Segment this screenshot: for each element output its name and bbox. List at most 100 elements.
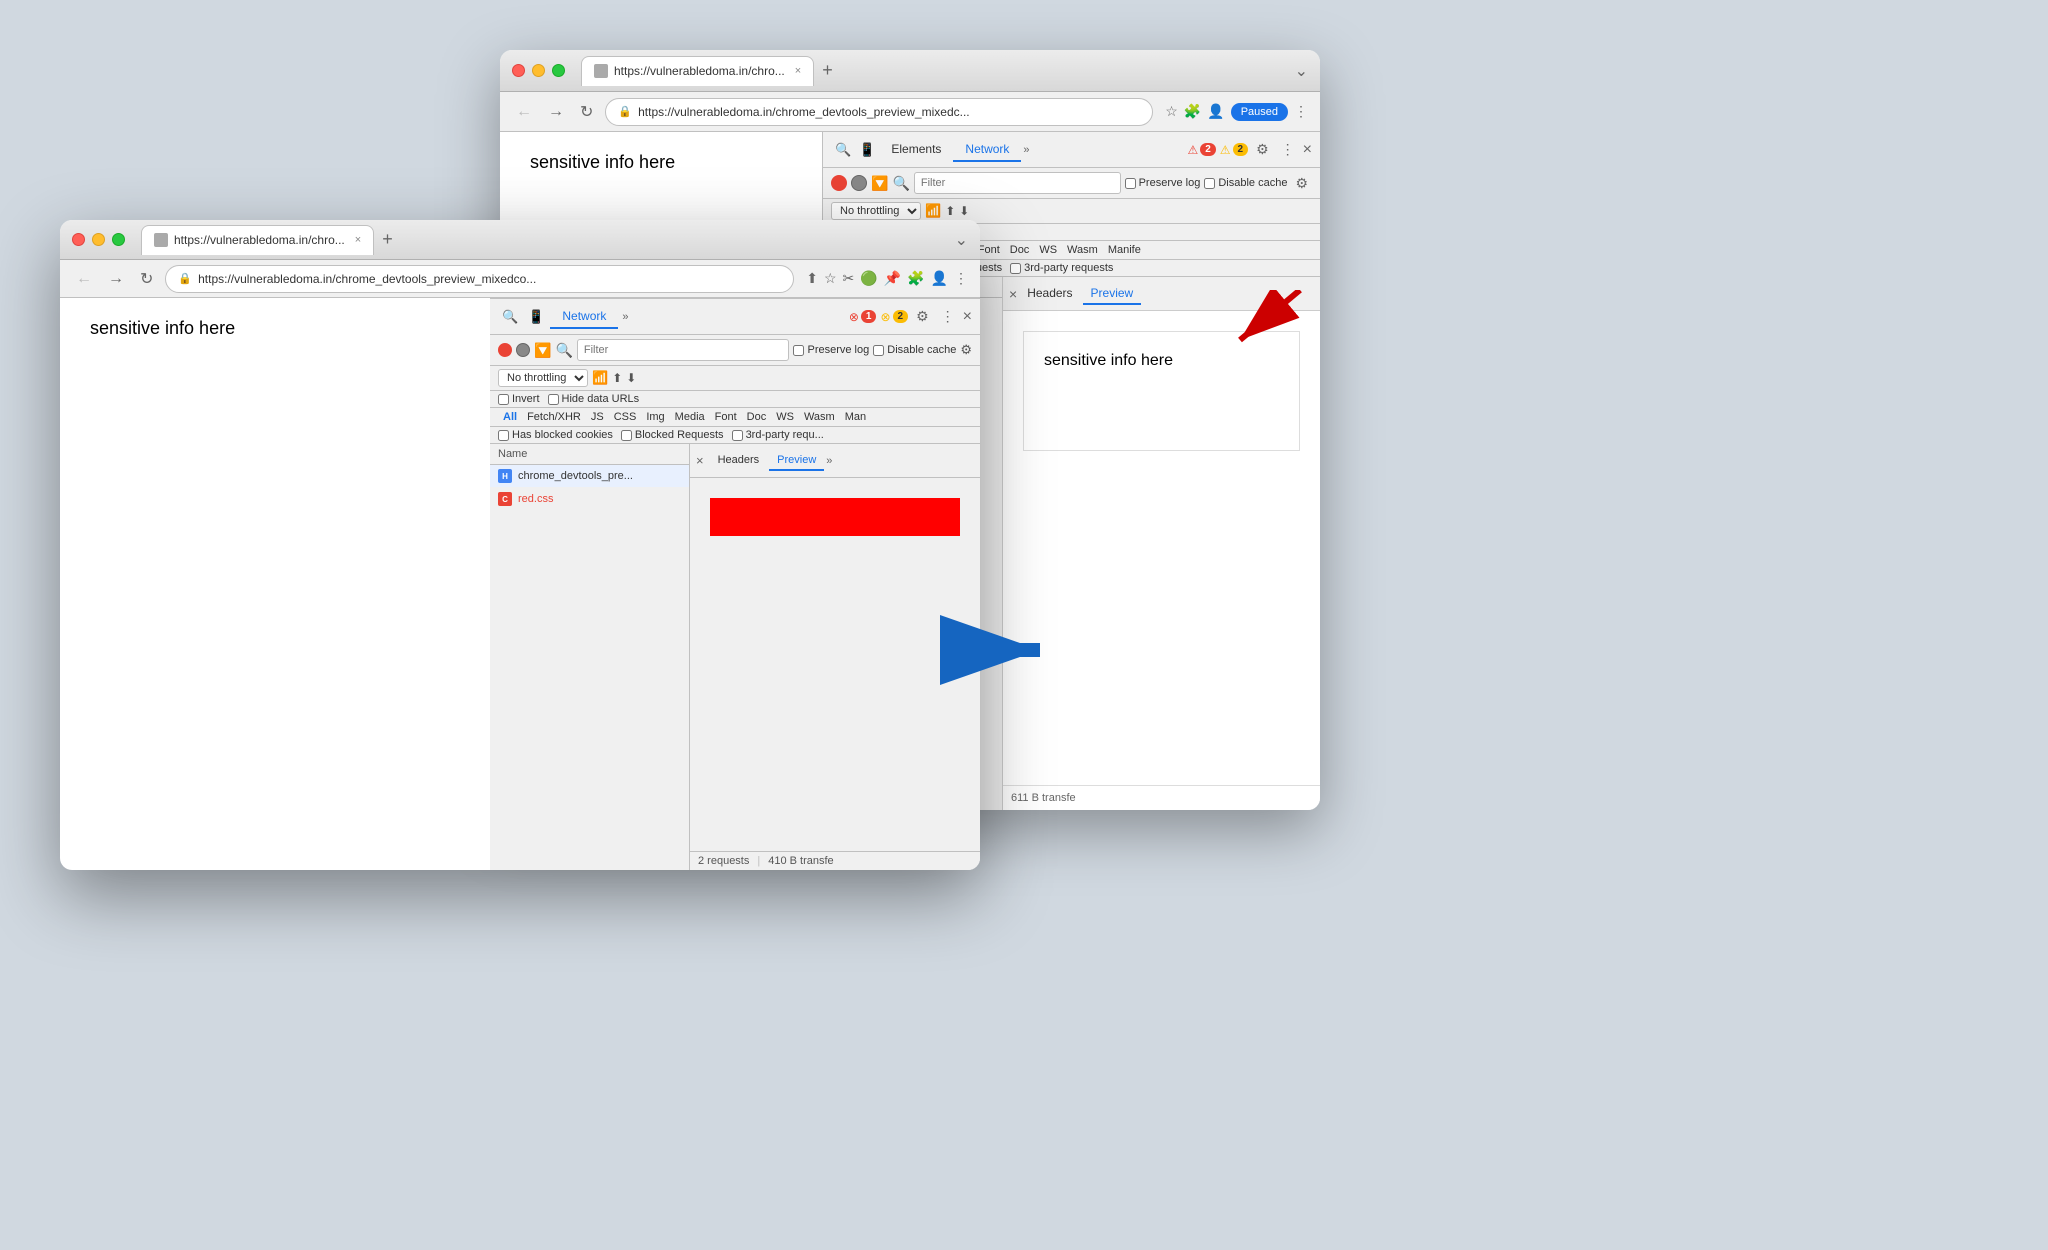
minimize-button-front[interactable] — [92, 233, 105, 246]
rp-headers-tab-back[interactable]: Headers — [1019, 283, 1080, 305]
rp-close-back[interactable]: × — [1009, 286, 1017, 302]
menu-icon-front[interactable]: ⋮ — [954, 270, 968, 287]
device-icon-front[interactable]: 📱 — [524, 307, 548, 327]
share-icon-front[interactable]: ⬆ — [806, 270, 818, 287]
filter-Manife-back[interactable]: Manife — [1103, 243, 1146, 257]
extensions-icon-back[interactable]: 🧩 — [1184, 103, 1201, 120]
stop-button-front[interactable] — [516, 343, 530, 357]
inspect-icon-front[interactable]: 🔍 — [498, 307, 522, 327]
filter-icon-front[interactable]: 🔽 — [534, 342, 551, 359]
third-party-label-front[interactable]: 3rd-party requ... — [732, 429, 824, 441]
puzzle-icon-front[interactable]: 🟢 — [860, 270, 877, 287]
device-icon-back[interactable]: 📱 — [855, 140, 879, 160]
preview-close-front[interactable]: × — [696, 453, 704, 468]
search-icon-back[interactable]: 🔍 — [892, 175, 909, 192]
forward-nav-back[interactable]: → — [544, 101, 568, 123]
search-icon-front[interactable]: 🔍 — [555, 342, 572, 359]
filter-Doc-back[interactable]: Doc — [1005, 243, 1035, 257]
filter-FetchXHR-front[interactable]: Fetch/XHR — [522, 410, 586, 424]
filter-Img-front[interactable]: Img — [641, 410, 669, 424]
invert-label-front[interactable]: Invert — [498, 393, 540, 405]
bookmark-icon-front[interactable]: ☆ — [824, 270, 837, 287]
tab-network-front[interactable]: Network — [550, 305, 618, 329]
disable-cache-check-back[interactable] — [1204, 178, 1215, 189]
tab-elements-back[interactable]: Elements — [879, 138, 953, 162]
filter-Media-front[interactable]: Media — [670, 410, 710, 424]
headers-tab-front[interactable]: Headers — [710, 451, 768, 471]
inspect-icon-back[interactable]: 🔍 — [831, 140, 855, 160]
devtools-close-front[interactable]: × — [963, 308, 972, 326]
download-icon-back[interactable]: ⬇ — [959, 204, 969, 218]
filter-WS-front[interactable]: WS — [771, 410, 799, 424]
network-item-css-front[interactable]: C red.css — [490, 488, 689, 511]
settings-icon-front[interactable]: ⚙ — [912, 306, 933, 327]
filter-All-front[interactable]: All — [498, 410, 522, 424]
back-nav-back[interactable]: ← — [512, 101, 536, 123]
hide-data-urls-check-front[interactable] — [548, 394, 559, 405]
preserve-log-check-front[interactable] — [793, 345, 804, 356]
ext-icon-front[interactable]: 📌 — [884, 270, 901, 287]
settings-icon-back[interactable]: ⚙ — [1252, 139, 1273, 160]
profile-icon-front[interactable]: 👤 — [931, 270, 948, 287]
throttle-select-front[interactable]: No throttling — [498, 369, 588, 387]
settings2-icon-front[interactable]: ⚙ — [960, 342, 972, 358]
new-tab-button-back[interactable]: + — [822, 60, 833, 81]
tab-network-back[interactable]: Network — [953, 138, 1021, 162]
filter-Doc-front[interactable]: Doc — [742, 410, 772, 424]
download-icon-front[interactable]: ⬇ — [626, 371, 636, 385]
filter-icon-back[interactable]: 🔽 — [871, 175, 888, 192]
upload-icon-front[interactable]: ⬆ — [612, 371, 622, 385]
more-icon-front[interactable]: ⋮ — [937, 306, 959, 327]
new-tab-button-front[interactable]: + — [382, 229, 393, 250]
filter-JS-front[interactable]: JS — [586, 410, 609, 424]
filter-input-back[interactable] — [914, 172, 1121, 194]
settings2-icon-back[interactable]: ⚙ — [1291, 173, 1312, 194]
devtools-close-back[interactable]: × — [1303, 141, 1312, 159]
preserve-log-label-front[interactable]: Preserve log — [793, 344, 869, 356]
forward-nav-front[interactable]: → — [104, 268, 128, 290]
third-party-check-front[interactable] — [732, 430, 743, 441]
extensions-icon-front[interactable]: 🧩 — [907, 270, 924, 287]
tab-close-back[interactable]: × — [795, 65, 801, 77]
filter-Font-front[interactable]: Font — [710, 410, 742, 424]
back-nav-front[interactable]: ← — [72, 268, 96, 290]
invert-check-front[interactable] — [498, 394, 509, 405]
minimize-button-back[interactable] — [532, 64, 545, 77]
filter-Man-front[interactable]: Man — [840, 410, 871, 424]
throttle-select-back[interactable]: No throttling — [831, 202, 921, 220]
close-button-back[interactable] — [512, 64, 525, 77]
filter-Wasm-back[interactable]: Wasm — [1062, 243, 1103, 257]
filter-WS-back[interactable]: WS — [1034, 243, 1062, 257]
tab-menu-button-back[interactable]: ⌄ — [1295, 61, 1308, 81]
url-box-back[interactable]: 🔒 https://vulnerabledoma.in/chrome_devto… — [605, 98, 1153, 126]
cut-icon-front[interactable]: ✂ — [843, 270, 855, 287]
preserve-log-label-back[interactable]: Preserve log — [1125, 177, 1201, 189]
hide-data-urls-label-front[interactable]: Hide data URLs — [548, 393, 640, 405]
filter-CSS-front[interactable]: CSS — [609, 410, 642, 424]
url-box-front[interactable]: 🔒 https://vulnerabledoma.in/chrome_devto… — [165, 265, 794, 293]
tab-close-front[interactable]: × — [355, 234, 361, 246]
blocked-requests-label-front[interactable]: Blocked Requests — [621, 429, 724, 441]
record-button-front[interactable] — [498, 343, 512, 357]
third-party-label-back[interactable]: 3rd-party requests — [1010, 262, 1113, 274]
tab-menu-front[interactable]: ⌄ — [955, 230, 968, 250]
disable-cache-label-front[interactable]: Disable cache — [873, 344, 956, 356]
maximize-button-back[interactable] — [552, 64, 565, 77]
preview-tab-front[interactable]: Preview — [769, 451, 824, 471]
rp-preview-tab-back[interactable]: Preview — [1083, 283, 1142, 305]
filter-Wasm-front[interactable]: Wasm — [799, 410, 840, 424]
disable-cache-label-back[interactable]: Disable cache — [1204, 177, 1287, 189]
has-blocked-label-front[interactable]: Has blocked cookies — [498, 429, 613, 441]
third-party-check-back[interactable] — [1010, 263, 1021, 274]
profile-icon-back[interactable]: 👤 — [1207, 103, 1224, 120]
preserve-log-check-back[interactable] — [1125, 178, 1136, 189]
tabs-more-front[interactable]: » — [622, 311, 628, 323]
filter-input-front[interactable] — [577, 339, 790, 361]
stop-button-back[interactable] — [851, 175, 867, 191]
blocked-requests-check-front[interactable] — [621, 430, 632, 441]
disable-cache-check-front[interactable] — [873, 345, 884, 356]
upload-icon-back[interactable]: ⬆ — [945, 204, 955, 218]
preview-more-front[interactable]: » — [826, 455, 832, 467]
tab-front[interactable]: https://vulnerabledoma.in/chro... × — [141, 225, 374, 255]
reload-front[interactable]: ↻ — [136, 267, 157, 291]
